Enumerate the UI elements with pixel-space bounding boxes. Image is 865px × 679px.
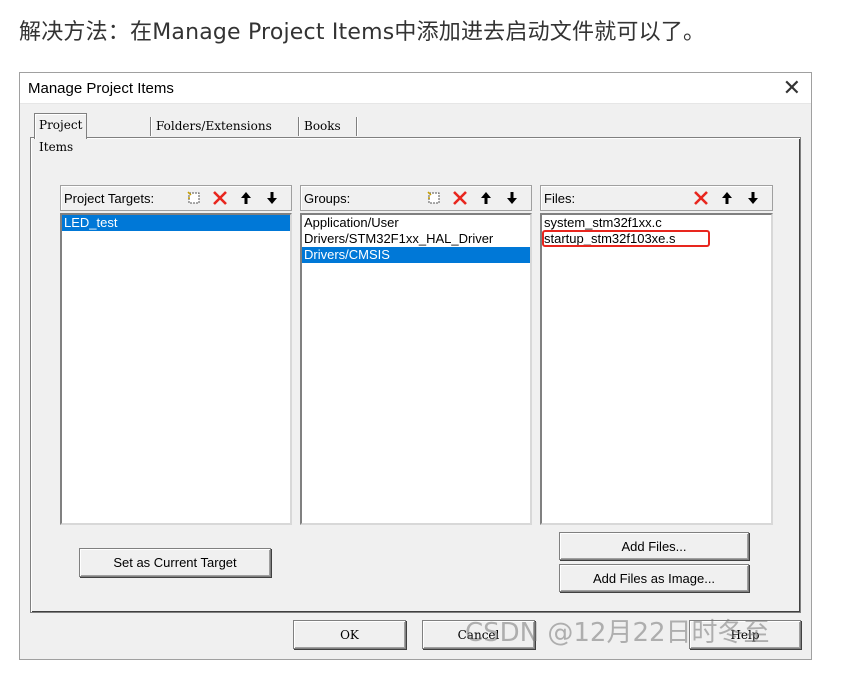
list-item[interactable]: Application/User — [302, 215, 530, 231]
add-files-as-image-button[interactable]: Add Files as Image... — [559, 564, 749, 592]
groups-list[interactable]: Application/User Drivers/STM32F1xx_HAL_D… — [300, 213, 532, 525]
files-header: Files: — [540, 185, 773, 211]
add-files-button[interactable]: Add Files... — [559, 532, 749, 560]
arrow-up-icon[interactable] — [716, 188, 738, 208]
files-label: Files: — [544, 191, 576, 206]
delete-x-icon[interactable] — [209, 188, 231, 208]
tab-divider — [298, 117, 299, 136]
list-item[interactable]: LED_test — [62, 215, 290, 231]
project-targets-label: Project Targets: — [64, 191, 155, 206]
tab-books[interactable]: Books — [300, 115, 345, 137]
project-targets-list[interactable]: LED_test — [60, 213, 292, 525]
delete-x-icon[interactable] — [690, 188, 712, 208]
arrow-down-icon[interactable] — [501, 188, 523, 208]
arrow-up-icon[interactable] — [475, 188, 497, 208]
groups-header: Groups: — [300, 185, 532, 211]
tab-folders-extensions[interactable]: Folders/Extensions — [152, 115, 276, 137]
dialog-title: Manage Project Items — [28, 80, 174, 97]
arrow-down-icon[interactable] — [261, 188, 283, 208]
arrow-down-icon[interactable] — [742, 188, 764, 208]
dialog-screenshot: Manage Project Items ✕ Project Items Fol… — [19, 72, 812, 660]
list-item[interactable]: Drivers/CMSIS — [302, 247, 530, 263]
list-item[interactable]: system_stm32f1xx.c — [542, 215, 771, 231]
close-icon[interactable]: ✕ — [783, 75, 801, 101]
project-targets-header: Project Targets: — [60, 185, 292, 211]
manage-project-items-dialog: Manage Project Items ✕ Project Items Fol… — [20, 73, 811, 659]
list-item[interactable]: startup_stm32f103xe.s — [542, 231, 771, 247]
new-item-icon[interactable] — [183, 188, 205, 208]
tab-divider — [150, 117, 151, 136]
title-bar: Manage Project Items ✕ — [20, 73, 811, 104]
tab-project-items[interactable]: Project Items — [34, 113, 88, 154]
delete-x-icon[interactable] — [449, 188, 471, 208]
new-item-icon[interactable] — [423, 188, 445, 208]
files-list[interactable]: system_stm32f1xx.c startup_stm32f103xe.s — [540, 213, 773, 525]
caption: 解决方法：在Manage Project Items中添加进去启动文件就可以了。 — [19, 20, 706, 45]
arrow-up-icon[interactable] — [235, 188, 257, 208]
list-item[interactable]: Drivers/STM32F1xx_HAL_Driver — [302, 231, 530, 247]
set-as-current-target-button[interactable]: Set as Current Target — [79, 548, 271, 577]
watermark: CSDN @12月22日时冬至 — [465, 618, 770, 648]
tab-divider — [356, 117, 357, 136]
ok-button[interactable]: OK — [293, 620, 406, 649]
groups-label: Groups: — [304, 191, 351, 206]
